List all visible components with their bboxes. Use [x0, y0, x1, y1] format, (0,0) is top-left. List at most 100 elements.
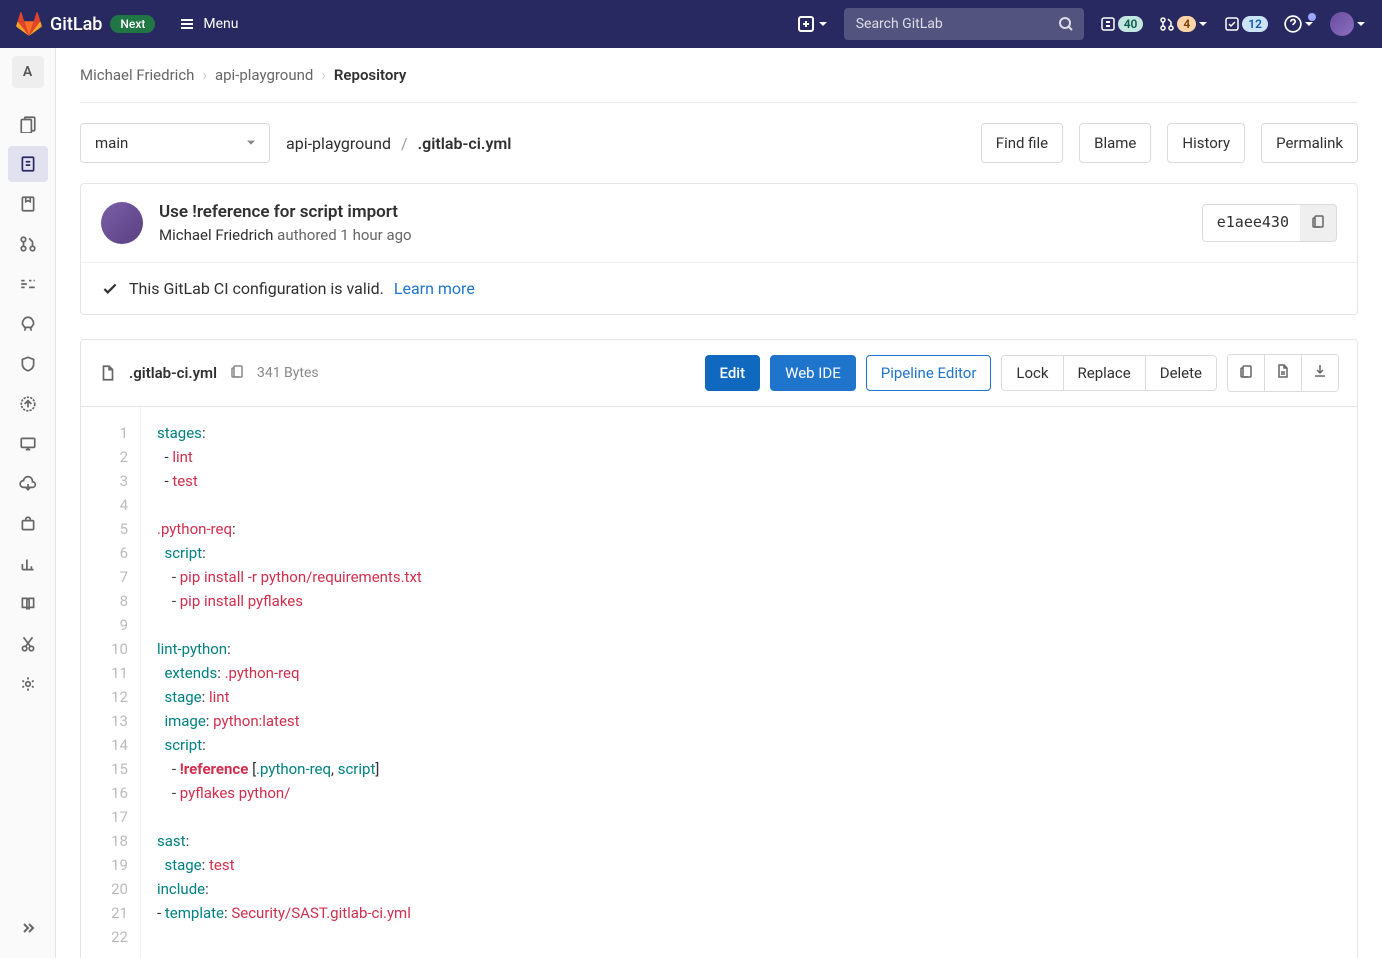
- chevron-down-icon: [818, 19, 828, 29]
- sidebar-merge-requests[interactable]: [8, 226, 48, 262]
- breadcrumb: Michael Friedrich › api-playground › Rep…: [80, 48, 1358, 103]
- file-name: .gitlab-ci.yml: [129, 364, 217, 382]
- webide-button[interactable]: Web IDE: [770, 355, 856, 391]
- breadcrumb-sep: ›: [321, 66, 326, 84]
- logo[interactable]: GitLab: [16, 11, 102, 37]
- sidebar-toggle[interactable]: [8, 910, 48, 946]
- copy-path-button[interactable]: [229, 363, 245, 383]
- todos-icon: [1224, 16, 1240, 32]
- sidebar-infrastructure[interactable]: [8, 426, 48, 462]
- merge-request-icon: [1159, 16, 1175, 32]
- gear-icon: [19, 675, 37, 693]
- analytics-icon: [19, 555, 37, 573]
- chevrons-right-icon: [20, 920, 36, 936]
- ci-valid-text: This GitLab CI configuration is valid.: [129, 279, 384, 298]
- file-icon: [99, 364, 117, 382]
- sidebar-monitor[interactable]: [8, 466, 48, 502]
- package-icon: [19, 515, 37, 533]
- raw-button[interactable]: [1264, 355, 1301, 391]
- sidebar-packages[interactable]: [8, 386, 48, 422]
- monitor-icon: [19, 435, 37, 453]
- avatar: [1330, 12, 1354, 36]
- commit-avatar[interactable]: [101, 202, 143, 244]
- mr-badge: 4: [1177, 16, 1196, 32]
- commit-title[interactable]: Use !reference for script import: [159, 202, 1186, 222]
- breadcrumb-current: Repository: [334, 66, 406, 84]
- todos-count[interactable]: 12: [1224, 16, 1268, 32]
- next-badge[interactable]: Next: [110, 15, 155, 33]
- ci-learn-more-link[interactable]: Learn more: [394, 279, 475, 298]
- search-input[interactable]: [844, 8, 1084, 40]
- shield-icon: [19, 355, 37, 373]
- sidebar-packages-registries[interactable]: [8, 506, 48, 542]
- sidebar-snippets[interactable]: [8, 626, 48, 662]
- menu-label: Menu: [203, 16, 238, 32]
- hamburger-icon: [179, 16, 195, 32]
- issues-icon: [19, 195, 37, 213]
- sidebar-wiki[interactable]: [8, 586, 48, 622]
- chevron-down-icon: [1198, 19, 1208, 29]
- sidebar-deployments[interactable]: [8, 346, 48, 382]
- main-content: Michael Friedrich › api-playground › Rep…: [56, 48, 1382, 958]
- line-numbers: 12345678910111213141516171819202122: [81, 407, 141, 958]
- delete-button[interactable]: Delete: [1145, 356, 1216, 390]
- rocket-icon: [19, 315, 37, 333]
- breadcrumb-item[interactable]: Michael Friedrich: [80, 66, 194, 84]
- path-project[interactable]: api-playground: [286, 134, 391, 153]
- commit-box: Use !reference for script import Michael…: [80, 183, 1358, 315]
- plus-icon: [798, 16, 814, 32]
- commit-action: authored: [277, 226, 337, 244]
- sidebar-analytics[interactable]: [8, 546, 48, 582]
- help-menu[interactable]: [1284, 15, 1314, 33]
- file-view: .gitlab-ci.yml 341 Bytes Edit Web IDE Pi…: [80, 339, 1358, 958]
- pipeline-icon: [19, 275, 37, 293]
- copy-sha-button[interactable]: [1300, 204, 1337, 242]
- file-ops-group: Lock Replace Delete: [1001, 355, 1217, 391]
- download-icon: [1312, 363, 1328, 379]
- edit-button[interactable]: Edit: [705, 355, 761, 391]
- sidebar-project-info[interactable]: [8, 106, 48, 142]
- lock-button[interactable]: Lock: [1002, 356, 1062, 390]
- sidebar-repository[interactable]: [8, 146, 48, 182]
- issues-badge: 40: [1118, 16, 1144, 32]
- sidebar-ci-cd[interactable]: [8, 266, 48, 302]
- breadcrumb-sep: ›: [202, 66, 207, 84]
- download-button[interactable]: [1301, 355, 1338, 391]
- chevron-down-icon: [1356, 19, 1366, 29]
- clipboard-icon: [1310, 213, 1326, 229]
- breadcrumb-item[interactable]: api-playground: [215, 66, 313, 84]
- project-avatar[interactable]: A: [12, 56, 44, 88]
- blame-button[interactable]: Blame: [1079, 123, 1151, 163]
- snippets-icon: [19, 635, 37, 653]
- new-dropdown[interactable]: [798, 16, 828, 32]
- document-icon: [1275, 363, 1291, 379]
- path-file[interactable]: .gitlab-ci.yml: [418, 134, 512, 153]
- repository-icon: [19, 155, 37, 173]
- menu-button[interactable]: Menu: [179, 16, 238, 32]
- sidebar-security[interactable]: [8, 306, 48, 342]
- file-path: api-playground / .gitlab-ci.yml: [286, 134, 511, 153]
- search-icon[interactable]: [1058, 16, 1074, 32]
- mr-count[interactable]: 4: [1159, 16, 1208, 32]
- ci-validation: This GitLab CI configuration is valid. L…: [81, 262, 1357, 314]
- sidebar-settings[interactable]: [8, 666, 48, 702]
- find-file-button[interactable]: Find file: [981, 123, 1063, 163]
- replace-button[interactable]: Replace: [1063, 356, 1145, 390]
- commit-author[interactable]: Michael Friedrich: [159, 226, 273, 244]
- clipboard-icon: [229, 363, 245, 379]
- file-toolbar: main api-playground / .gitlab-ci.yml Fin…: [80, 123, 1358, 163]
- commit-sha[interactable]: e1aee430: [1202, 204, 1304, 242]
- user-menu[interactable]: [1330, 12, 1366, 36]
- sidebar-issues[interactable]: [8, 186, 48, 222]
- code-view: 12345678910111213141516171819202122 stag…: [81, 407, 1357, 958]
- book-icon: [19, 595, 37, 613]
- check-icon: [101, 280, 119, 298]
- copy-contents-button[interactable]: [1228, 355, 1264, 391]
- permalink-button[interactable]: Permalink: [1261, 123, 1358, 163]
- issues-count[interactable]: 40: [1100, 16, 1144, 32]
- commit-time: 1 hour ago: [340, 226, 411, 244]
- branch-selector[interactable]: main: [80, 123, 270, 163]
- pipeline-editor-button[interactable]: Pipeline Editor: [866, 355, 992, 391]
- history-button[interactable]: History: [1167, 123, 1245, 163]
- file-icon-actions: [1227, 354, 1339, 392]
